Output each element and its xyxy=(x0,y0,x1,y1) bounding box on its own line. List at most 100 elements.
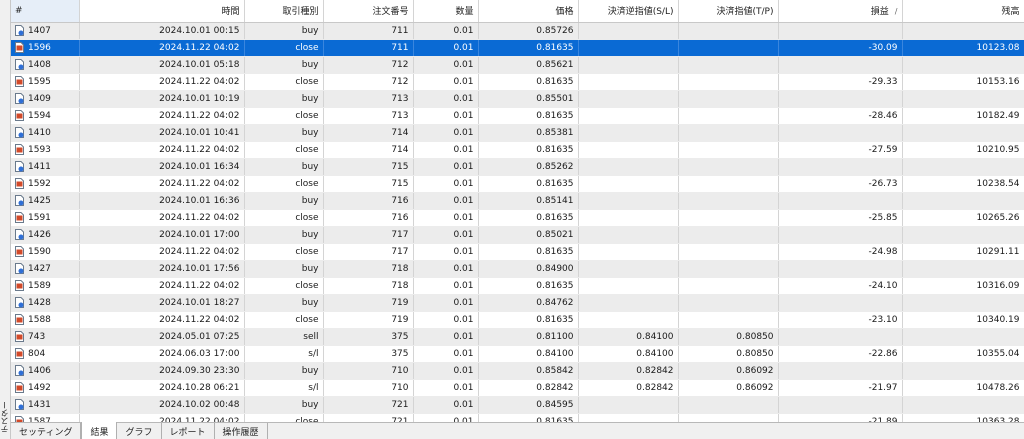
cell-balance xyxy=(902,362,1024,380)
table-row[interactable]: 1591 2024.11.22 04:02 close 716 0.01 0.81635 -… xyxy=(11,209,1024,227)
cell-id: 1596 xyxy=(11,39,80,57)
id-cell-content: 1410 xyxy=(15,127,75,138)
cell-qty: 0.01 xyxy=(413,362,479,380)
cell-balance xyxy=(902,124,1024,142)
tab-0[interactable]: セッティング xyxy=(11,423,82,439)
column-header-sl[interactable]: 決済逆指値(S/L) xyxy=(578,0,679,23)
column-header-order[interactable]: 注文番号 xyxy=(323,0,414,23)
cell-time: 2024.11.22 04:02 xyxy=(79,413,245,422)
cell-price: 0.81635 xyxy=(478,243,579,261)
cell-price: 0.81635 xyxy=(478,141,579,159)
table-row[interactable]: 743 2024.05.01 07:25 sell 375 0.01 0.81100 0.8… xyxy=(11,328,1024,346)
strategy-tester-window: テスター # 時間 取引種別 注文番号 数量 価格 決済逆指値(S/L) 決済指値(T/P) 損… xyxy=(0,0,1024,439)
cell-balance: 10123.08 xyxy=(902,39,1024,57)
cell-sl xyxy=(578,226,679,244)
cell-profit: -24.10 xyxy=(778,277,903,295)
cell-sl xyxy=(578,90,679,108)
tab-4[interactable]: 操作履歴 xyxy=(215,423,268,439)
column-header-label: 決済指値(T/P) xyxy=(716,7,774,18)
results-table: # 時間 取引種別 注文番号 数量 価格 決済逆指値(S/L) 決済指値(T/P) 損益 / 残高 … xyxy=(11,0,1024,422)
cell-order: 719 xyxy=(323,311,414,329)
table-row[interactable]: 1589 2024.11.22 04:02 close 718 0.01 0.81635 -… xyxy=(11,277,1024,295)
cell-id: 1425 xyxy=(11,192,80,210)
cell-tp xyxy=(678,192,779,210)
sort-indicator-icon: / xyxy=(894,7,898,17)
column-header-balance[interactable]: 残高 xyxy=(902,0,1024,23)
cell-balance xyxy=(902,226,1024,244)
cell-price: 0.81635 xyxy=(478,413,579,422)
table-row[interactable]: 1594 2024.11.22 04:02 close 713 0.01 0.81635 -… xyxy=(11,107,1024,125)
table-row[interactable]: 1406 2024.09.30 23:30 buy 710 0.01 0.85842 0.8… xyxy=(11,362,1024,380)
cell-id: 1587 xyxy=(11,413,80,422)
cell-tp xyxy=(678,73,779,91)
results-grid: # 時間 取引種別 注文番号 数量 価格 決済逆指値(S/L) 決済指値(T/P) 損益 / 残高 … xyxy=(11,0,1024,422)
cell-qty: 0.01 xyxy=(413,311,479,329)
column-header-label: # xyxy=(15,5,23,16)
row-id: 1407 xyxy=(28,25,51,36)
cell-sl xyxy=(578,158,679,176)
tester-side-label: テスター xyxy=(0,401,9,433)
id-cell-content: 1408 xyxy=(15,59,75,70)
table-row[interactable]: 1593 2024.11.22 04:02 close 714 0.01 0.81635 -… xyxy=(11,141,1024,159)
table-row[interactable]: 1411 2024.10.01 16:34 buy 715 0.01 0.85262 xyxy=(11,158,1024,176)
column-header-time[interactable]: 時間 xyxy=(79,0,245,23)
id-cell-content: 1594 xyxy=(15,110,75,121)
table-row[interactable]: 1492 2024.10.28 06:21 s/l 710 0.01 0.82842 0.8… xyxy=(11,379,1024,397)
table-row[interactable]: 1590 2024.11.22 04:02 close 717 0.01 0.81635 -… xyxy=(11,243,1024,261)
id-cell-content: 1591 xyxy=(15,212,75,223)
cell-price: 0.85381 xyxy=(478,124,579,142)
row-id: 743 xyxy=(28,331,46,342)
table-row[interactable]: 1408 2024.10.01 05:18 buy 712 0.01 0.85621 xyxy=(11,56,1024,74)
table-row[interactable]: 1428 2024.10.01 18:27 buy 719 0.01 0.84762 xyxy=(11,294,1024,312)
cell-time: 2024.06.03 17:00 xyxy=(79,345,245,363)
table-row[interactable]: 1596 2024.11.22 04:02 close 711 0.01 0.81635 -… xyxy=(11,39,1024,57)
tester-side-strip[interactable]: テスター xyxy=(0,0,11,439)
cell-time: 2024.11.22 04:02 xyxy=(79,39,245,57)
table-row[interactable]: 1595 2024.11.22 04:02 close 712 0.01 0.81635 -… xyxy=(11,73,1024,91)
tab-2[interactable]: グラフ xyxy=(117,423,162,439)
column-header-label: 価格 xyxy=(555,7,574,18)
table-row[interactable]: 1592 2024.11.22 04:02 close 715 0.01 0.81635 -… xyxy=(11,175,1024,193)
column-header-label: 残高 xyxy=(1001,7,1020,18)
cell-id: 1594 xyxy=(11,107,80,125)
cell-price: 0.81635 xyxy=(478,209,579,227)
table-row[interactable]: 1409 2024.10.01 10:19 buy 713 0.01 0.85501 xyxy=(11,90,1024,108)
cell-tp xyxy=(678,56,779,74)
table-row[interactable]: 1426 2024.10.01 17:00 buy 717 0.01 0.85021 xyxy=(11,226,1024,244)
cell-price: 0.81635 xyxy=(478,311,579,329)
table-row[interactable]: 1410 2024.10.01 10:41 buy 714 0.01 0.85381 xyxy=(11,124,1024,142)
cell-order: 718 xyxy=(323,260,414,278)
column-header-id[interactable]: # xyxy=(11,0,80,23)
table-row[interactable]: 1588 2024.11.22 04:02 close 719 0.01 0.81635 -… xyxy=(11,311,1024,329)
column-header-tp[interactable]: 決済指値(T/P) xyxy=(678,0,779,23)
id-cell-content: 1407 xyxy=(15,25,75,36)
cell-type: close xyxy=(244,413,324,422)
cell-tp xyxy=(678,226,779,244)
cell-order: 719 xyxy=(323,294,414,312)
cell-sl xyxy=(578,73,679,91)
table-row[interactable]: 1587 2024.11.22 04:02 close 721 0.01 0.81635 -… xyxy=(11,413,1024,422)
cell-profit: -25.85 xyxy=(778,209,903,227)
cell-time: 2024.10.01 00:15 xyxy=(79,22,245,40)
cell-sl xyxy=(578,39,679,57)
cell-order: 715 xyxy=(323,175,414,193)
table-row[interactable]: 1431 2024.10.02 00:48 buy 721 0.01 0.84595 xyxy=(11,396,1024,414)
table-row[interactable]: 1425 2024.10.01 16:36 buy 716 0.01 0.85141 xyxy=(11,192,1024,210)
id-cell-content: 1406 xyxy=(15,365,75,376)
tab-3[interactable]: レポート xyxy=(162,423,215,439)
cell-balance: 10265.26 xyxy=(902,209,1024,227)
cell-profit xyxy=(778,362,903,380)
buy-doc-icon xyxy=(15,229,24,240)
column-header-profit[interactable]: 損益 / xyxy=(778,0,903,23)
cell-id: 743 xyxy=(11,328,80,346)
column-header-qty[interactable]: 数量 xyxy=(413,0,479,23)
column-header-price[interactable]: 価格 xyxy=(478,0,579,23)
table-row[interactable]: 1427 2024.10.01 17:56 buy 718 0.01 0.84900 xyxy=(11,260,1024,278)
cell-time: 2024.11.22 04:02 xyxy=(79,209,245,227)
tab-1[interactable]: 結果 xyxy=(81,422,118,439)
cell-balance xyxy=(902,90,1024,108)
table-row[interactable]: 804 2024.06.03 17:00 s/l 375 0.01 0.84100 0.84… xyxy=(11,345,1024,363)
close-doc-icon xyxy=(15,110,24,121)
table-row[interactable]: 1407 2024.10.01 00:15 buy 711 0.01 0.85726 xyxy=(11,22,1024,40)
column-header-type[interactable]: 取引種別 xyxy=(244,0,324,23)
